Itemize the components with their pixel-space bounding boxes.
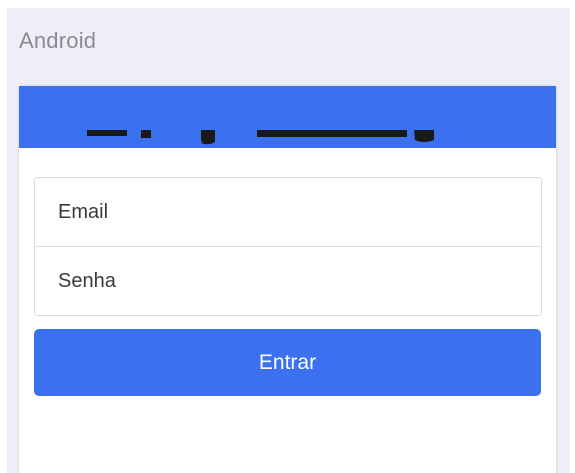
obscured-title-fragment	[19, 130, 556, 148]
obscured-title-glyphs	[87, 130, 434, 145]
email-placeholder: Email	[58, 201, 109, 223]
password-field[interactable]: Senha	[35, 246, 541, 315]
password-placeholder: Senha	[58, 270, 116, 292]
credentials-group: Email Senha	[34, 177, 542, 316]
login-card: Email Senha Entrar	[19, 86, 556, 473]
email-field[interactable]: Email	[35, 178, 541, 246]
login-button[interactable]: Entrar	[34, 329, 541, 396]
platform-label: Android	[19, 28, 97, 53]
app-screen: Android Email Senha Entrar	[7, 8, 570, 473]
